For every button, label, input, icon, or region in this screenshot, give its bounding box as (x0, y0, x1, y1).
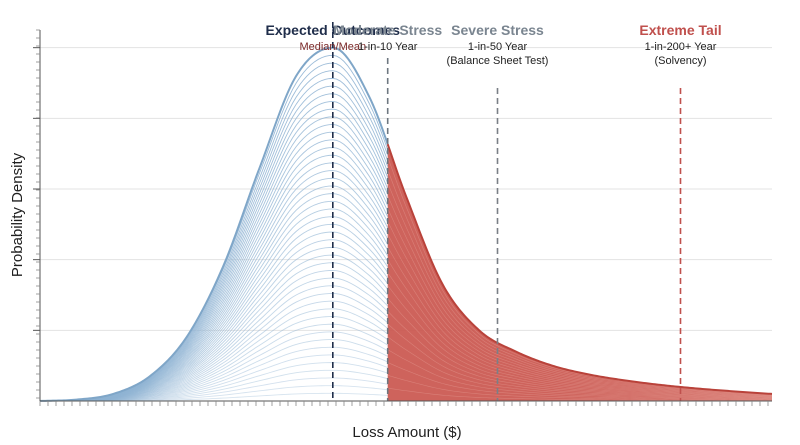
body-contour (39, 239, 389, 402)
body-contour (39, 162, 389, 402)
y-axis-title: Probability Density (9, 152, 26, 277)
loss-distribution-chart: Expected OutcomesMedian/MeanModerate Str… (9, 22, 773, 441)
curve-layer (39, 46, 773, 402)
threshold-sublabel: (Balance Sheet Test) (447, 55, 549, 67)
x-axis-title: Loss Amount ($) (352, 424, 461, 441)
threshold-sublabel: 1-in-10 Year (358, 41, 418, 53)
threshold-label: Moderate Stress (333, 22, 442, 38)
threshold-label: Extreme Tail (639, 22, 721, 38)
threshold-sublabel: 1-in-200+ Year (645, 41, 717, 53)
tail-area (387, 144, 772, 402)
threshold-sublabel: (Solvency) (655, 55, 707, 67)
threshold-sublabel: 1-in-50 Year (468, 41, 528, 53)
chart-root: Expected Outcomes Median/Mean Moderate Str… (0, 0, 800, 445)
body-contour (39, 131, 389, 402)
threshold-label: Severe Stress (451, 22, 544, 38)
threshold-sublabel: Median/Mean (299, 41, 366, 53)
